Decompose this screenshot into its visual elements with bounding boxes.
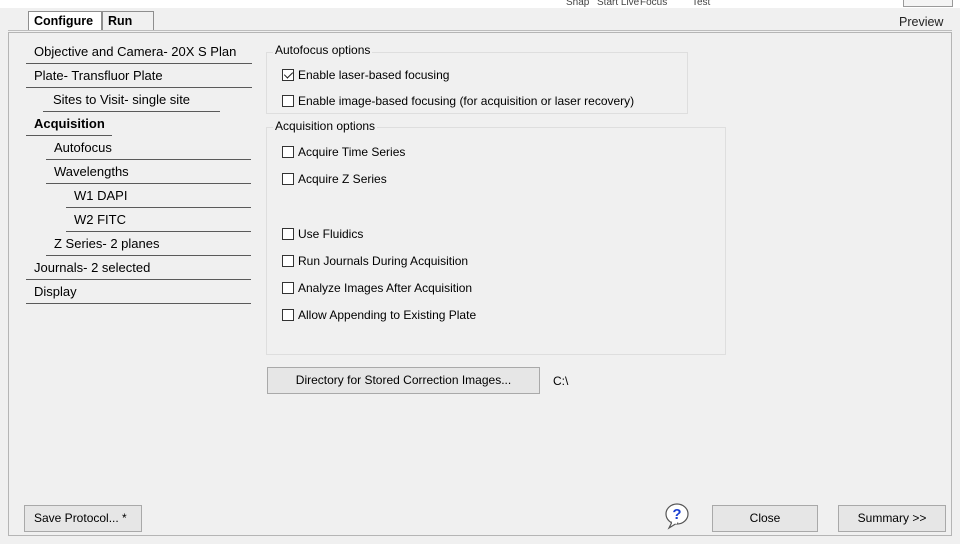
tree-item-sites[interactable]: Sites to Visit- single site: [43, 89, 220, 112]
focus-label[interactable]: Focus: [640, 0, 667, 8]
allow-appending-checkbox[interactable]: Allow Appending to Existing Plate: [282, 306, 476, 324]
checkbox-box[interactable]: [282, 228, 294, 240]
help-icon[interactable]: ?: [662, 502, 692, 530]
checkbox-box[interactable]: [282, 146, 294, 158]
tab-run[interactable]: Run: [102, 11, 154, 30]
tree-item-journals[interactable]: Journals- 2 selected: [26, 257, 251, 280]
analyze-images-checkbox[interactable]: Analyze Images After Acquisition: [282, 279, 472, 297]
acquire-z-series-checkbox[interactable]: Acquire Z Series: [282, 170, 387, 188]
tab-divider: [8, 30, 952, 31]
autofocus-options-title: Autofocus options: [273, 43, 373, 57]
enable-laser-focusing-checkbox[interactable]: Enable laser-based focusing: [282, 66, 449, 84]
tree-item-plate[interactable]: Plate- Transfluor Plate: [26, 65, 252, 88]
acquire-time-series-checkbox[interactable]: Acquire Time Series: [282, 143, 405, 161]
test-label[interactable]: Test: [692, 0, 710, 8]
tree-item-autofocus[interactable]: Autofocus: [46, 137, 251, 160]
tree-item-wavelengths[interactable]: Wavelengths: [46, 161, 251, 184]
preview-button[interactable]: [903, 0, 953, 7]
enable-image-focusing-checkbox[interactable]: Enable image-based focusing (for acquisi…: [282, 92, 634, 110]
tree-item-z-series[interactable]: Z Series- 2 planes: [46, 233, 251, 256]
checkbox-box[interactable]: [282, 309, 294, 321]
start-live-label[interactable]: Start Live: [597, 0, 639, 8]
acquisition-options-title: Acquisition options: [273, 119, 378, 133]
preview-label: Preview: [899, 15, 944, 29]
checkbox-box[interactable]: [282, 255, 294, 267]
tree-item-w2-fitc[interactable]: W2 FITC: [66, 209, 251, 232]
checkbox-box[interactable]: [282, 69, 294, 81]
tab-configure[interactable]: Configure: [28, 11, 102, 30]
tree-item-display[interactable]: Display: [26, 281, 251, 304]
svg-text:?: ?: [672, 506, 681, 523]
summary-button[interactable]: Summary >>: [838, 505, 946, 532]
checkbox-box[interactable]: [282, 173, 294, 185]
close-button[interactable]: Close: [712, 505, 818, 532]
use-fluidics-checkbox[interactable]: Use Fluidics: [282, 225, 363, 243]
checkbox-box[interactable]: [282, 282, 294, 294]
tree-item-acquisition[interactable]: Acquisition: [26, 113, 112, 136]
snap-label[interactable]: Snap: [566, 0, 589, 8]
directory-correction-images-button[interactable]: Directory for Stored Correction Images..…: [267, 367, 540, 394]
checkbox-box[interactable]: [282, 95, 294, 107]
tree-item-objective[interactable]: Objective and Camera- 20X S Plan: [26, 41, 252, 64]
directory-path-value: C:\: [553, 374, 569, 388]
run-journals-checkbox[interactable]: Run Journals During Acquisition: [282, 252, 468, 270]
tree-item-w1-dapi[interactable]: W1 DAPI: [66, 185, 251, 208]
save-protocol-button[interactable]: Save Protocol... *: [24, 505, 142, 532]
toolbar-strip: [0, 0, 960, 8]
